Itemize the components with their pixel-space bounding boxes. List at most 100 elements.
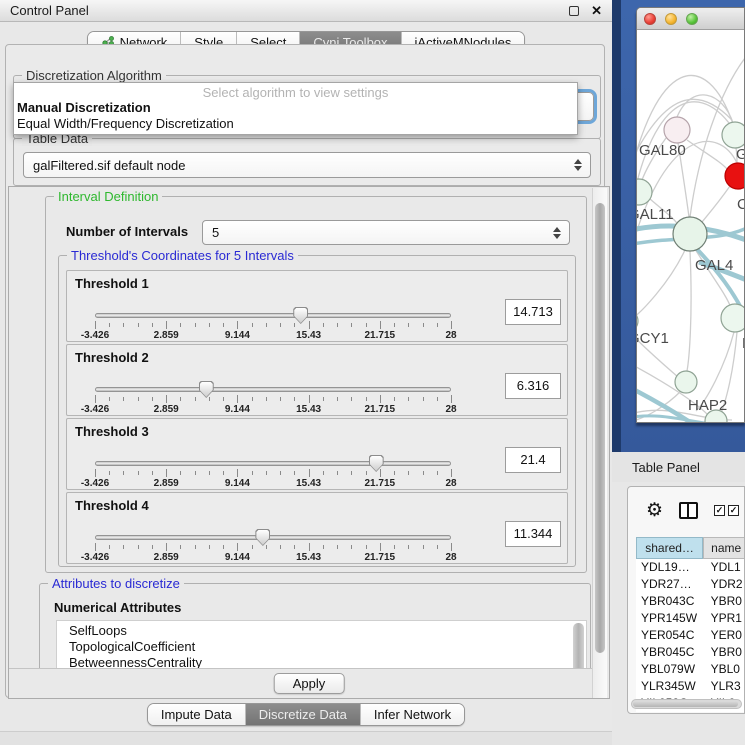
zoom-traffic-light-icon[interactable] [686, 13, 698, 25]
table-horizontal-scrollbar[interactable] [631, 699, 742, 709]
slider-tick-labels: -3.4262.8599.14415.4321.71528 [95, 330, 451, 341]
threshold-3-value-field[interactable]: 21.4 [505, 447, 561, 473]
tab-discretize-data-label: Discretize Data [259, 707, 347, 722]
tick-label: 9.144 [225, 404, 250, 415]
tick-mark [109, 471, 110, 475]
table-row[interactable]: YPR145WYPR1 [636, 610, 745, 627]
table-data-combobox[interactable]: galFiltered.sif default node [23, 152, 591, 178]
attribute-item[interactable]: SelfLoops [69, 623, 586, 639]
table-cell: YER0 [704, 627, 745, 644]
tick-label: 2.859 [154, 404, 179, 415]
network-node[interactable] [722, 122, 744, 148]
network-edge[interactable] [699, 186, 730, 226]
threshold-2-value-field[interactable]: 6.316 [505, 373, 561, 399]
close-icon[interactable]: ✕ [591, 6, 602, 16]
tick-label: 28 [445, 552, 456, 563]
network-node[interactable] [725, 163, 744, 189]
table-cell: YDL19… [636, 559, 704, 576]
select-columns-icon[interactable]: ✓ ✓ [714, 505, 739, 516]
tab-infer-network[interactable]: Infer Network [361, 704, 464, 725]
threshold-4-value-field[interactable]: 11.344 [505, 521, 561, 547]
table-row[interactable]: YBR045CYBR0 [636, 644, 745, 661]
tab-discretize-data[interactable]: Discretize Data [246, 704, 361, 725]
close-traffic-light-icon[interactable] [644, 13, 656, 25]
tick-mark [195, 397, 196, 401]
gear-icon[interactable]: ⚙ [646, 501, 663, 520]
table-cell: YBR0 [704, 644, 745, 661]
tick-mark [180, 545, 181, 549]
algorithm-option-equal-width[interactable]: Equal Width/Frequency Discretization [14, 116, 577, 132]
table-toolbar: ⚙ ✓ ✓ [628, 487, 744, 533]
list-scrollbar[interactable] [573, 623, 584, 669]
thresholds-group-title: Threshold's Coordinates for 5 Intervals [67, 248, 298, 263]
tick-mark [380, 543, 381, 551]
network-node[interactable] [637, 179, 652, 205]
tick-label: 15.43 [296, 330, 321, 341]
tick-mark [123, 545, 124, 549]
scrollbar-thumb[interactable] [595, 203, 605, 653]
algorithm-option-manual[interactable]: Manual Discretization [14, 100, 577, 116]
tick-mark [252, 471, 253, 475]
tick-label: 2.859 [154, 552, 179, 563]
threshold-3-slider[interactable] [95, 461, 451, 466]
threshold-2-slider[interactable] [95, 387, 451, 392]
table-row[interactable]: YBL079WYBL0 [636, 661, 745, 678]
threshold-1-slider[interactable] [95, 313, 451, 318]
float-window-icon[interactable] [569, 6, 579, 16]
table-cell: YBL079W [636, 661, 704, 678]
tick-mark [138, 471, 139, 475]
tick-mark [95, 543, 96, 551]
column-header-shared-name[interactable]: shared… [636, 537, 703, 559]
tick-mark [209, 471, 210, 475]
table-row[interactable]: YLR345WYLR3 [636, 678, 745, 695]
tick-mark [380, 469, 381, 477]
scrollbar-thumb[interactable] [633, 701, 738, 707]
tick-mark [180, 323, 181, 327]
network-node[interactable] [721, 304, 744, 332]
threshold-4-slider[interactable] [95, 535, 451, 540]
attribute-item[interactable]: BetweennessCentrality [69, 655, 586, 669]
tick-mark [294, 471, 295, 475]
tick-mark [323, 397, 324, 401]
threshold-1-value-field[interactable]: 14.713 [505, 299, 561, 325]
attribute-item[interactable]: TopologicalCoefficient [69, 639, 586, 655]
node-label: GAL11 [637, 206, 674, 223]
tick-label: 28 [445, 478, 456, 489]
table-row[interactable]: YDR27…YDR2 [636, 576, 745, 593]
combo-stepper-icon [553, 227, 561, 239]
table-row[interactable]: YBR043CYBR0 [636, 593, 745, 610]
network-edge[interactable] [687, 251, 691, 371]
tick-label: 21.715 [365, 330, 396, 341]
apply-button[interactable]: Apply [274, 673, 345, 694]
network-node[interactable] [673, 217, 707, 251]
number-of-intervals-combobox[interactable]: 5 [202, 220, 570, 245]
table-cell: YDR2 [704, 576, 745, 593]
panel-splitter[interactable] [612, 0, 621, 452]
node-label: GAL80 [639, 142, 686, 159]
network-node[interactable] [664, 117, 690, 143]
table-row[interactable]: YER054CYER0 [636, 627, 745, 644]
tick-mark [380, 395, 381, 403]
tick-mark [95, 469, 96, 477]
split-columns-icon[interactable] [679, 502, 698, 519]
numerical-attributes-label: Numerical Attributes [54, 600, 181, 615]
tick-mark [123, 397, 124, 401]
tab-impute-data[interactable]: Impute Data [148, 704, 246, 725]
tick-mark [223, 545, 224, 549]
minimize-traffic-light-icon[interactable] [665, 13, 677, 25]
column-header-name[interactable]: name [703, 537, 745, 559]
tick-mark [180, 471, 181, 475]
tick-label: 21.715 [365, 552, 396, 563]
network-node[interactable] [675, 371, 697, 393]
numerical-attributes-list[interactable]: SelfLoopsTopologicalCoefficientBetweenne… [56, 620, 587, 669]
table-panel-header: Table Panel [612, 452, 745, 482]
tick-mark [408, 397, 409, 401]
network-edge[interactable] [637, 250, 685, 318]
panel-vertical-scrollbar[interactable] [592, 188, 607, 698]
network-canvas[interactable]: GAL80G.CGAL11GAL4GCY1HHAP2 [637, 30, 744, 423]
network-edge[interactable] [677, 95, 733, 123]
node-label: GAL4 [695, 257, 733, 274]
tick-mark [437, 397, 438, 401]
tick-mark [123, 471, 124, 475]
table-row[interactable]: YDL19…YDL1 [636, 559, 745, 576]
